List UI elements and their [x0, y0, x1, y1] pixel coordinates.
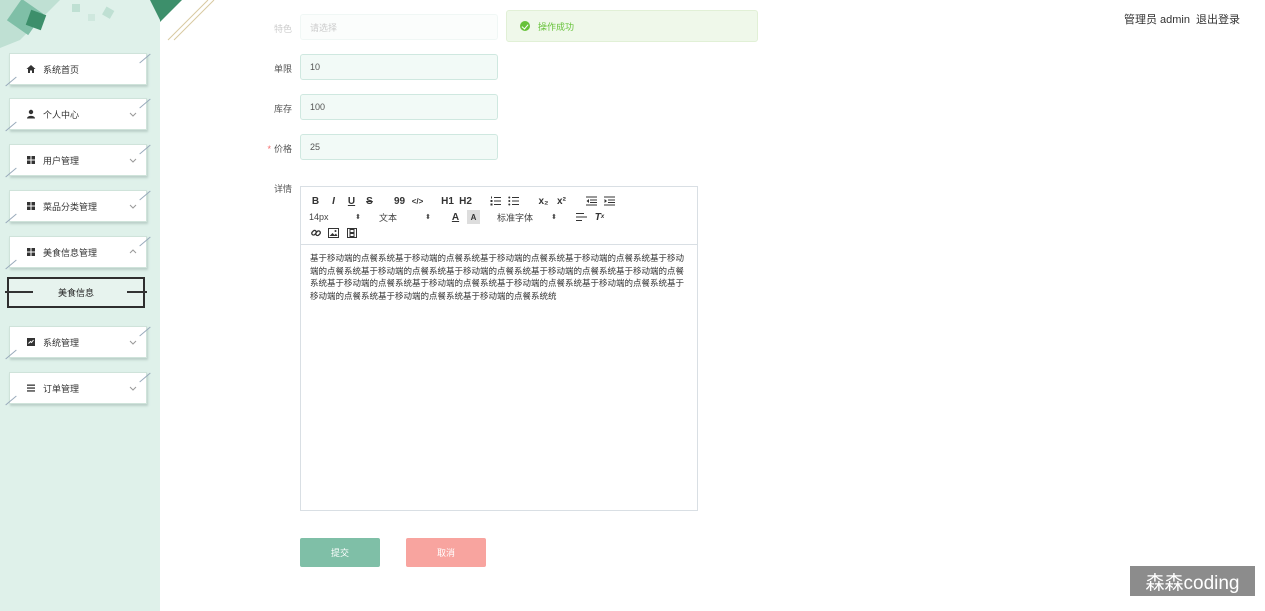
ordered-list-icon[interactable] — [489, 194, 502, 208]
stock-label: 库存 — [273, 104, 292, 114]
unit-input[interactable]: 10 — [300, 54, 498, 80]
success-toast: 操作成功 — [506, 10, 758, 42]
font-family-select[interactable]: 标准字体 ⬍ — [497, 211, 557, 224]
sidebar-item-label: 系统首页 — [43, 64, 80, 75]
bold-button[interactable]: B — [309, 194, 322, 208]
video-icon[interactable] — [345, 226, 358, 240]
submenu-decoration — [127, 291, 147, 293]
chevron-down-icon — [129, 386, 137, 391]
strike-button[interactable]: S — [363, 194, 376, 208]
sidebar-item-label: 美食信息管理 — [43, 247, 98, 258]
rich-text-editor: B I U S 99 </> H1 H2 x₂ x² 14px ⬍ 文本 ⬍ A… — [300, 186, 698, 511]
underline-button[interactable]: U — [345, 194, 358, 208]
sidebar-item-label: 订单管理 — [43, 383, 80, 394]
list-icon — [25, 382, 37, 394]
superscript-button[interactable]: x² — [555, 194, 568, 208]
select-arrows-icon: ⬍ — [425, 214, 431, 221]
sidebar-item-label: 系统管理 — [43, 337, 80, 348]
detail-label: 详情 — [273, 184, 292, 194]
grid-icon — [25, 246, 37, 258]
app-root: 系统首页 个人中心 用户管理 菜品分类管理 美食信息管理 美食信息 系统管理 订… — [0, 0, 1265, 611]
submit-button[interactable]: 提交 — [300, 538, 380, 567]
submenu-decoration — [5, 291, 33, 293]
home-icon — [25, 63, 37, 75]
outdent-icon[interactable] — [585, 194, 598, 208]
align-icon[interactable] — [575, 210, 588, 224]
sidebar-item-label: 菜品分类管理 — [43, 201, 98, 212]
price-input[interactable]: 25 — [300, 134, 498, 160]
sidebar-subitem-label: 美食信息 — [57, 288, 94, 298]
blockquote-button[interactable]: 99 — [393, 194, 406, 208]
user-icon — [25, 108, 37, 120]
grid-icon — [25, 154, 37, 166]
image-icon[interactable] — [327, 226, 340, 240]
font-size-select[interactable]: 14px ⬍ — [309, 212, 361, 222]
subscript-button[interactable]: x₂ — [537, 194, 550, 208]
editor-content[interactable]: 基于移动端的点餐系统基于移动端的点餐系统基于移动端的点餐系统基于移动端的点餐系统… — [301, 245, 697, 309]
sidebar: 系统首页 个人中心 用户管理 菜品分类管理 美食信息管理 美食信息 系统管理 订… — [0, 0, 160, 611]
sidebar-subitem-food-info[interactable]: 美食信息 — [5, 277, 147, 308]
price-value: 25 — [310, 142, 321, 152]
header-user-area: 管理员 admin 退出登录 — [1124, 11, 1240, 27]
chevron-down-icon — [129, 340, 137, 345]
feature-label: 特色 — [273, 24, 292, 34]
chevron-down-icon — [129, 158, 137, 163]
sidebar-item-personal-center[interactable]: 个人中心 — [9, 98, 147, 130]
cancel-button[interactable]: 取消 — [406, 538, 486, 567]
toast-message: 操作成功 — [538, 21, 575, 32]
code-button[interactable]: </> — [411, 194, 424, 208]
stock-input[interactable]: 100 — [300, 94, 498, 120]
grid-icon — [25, 200, 37, 212]
corner-decoration — [160, 0, 215, 41]
sidebar-item-label: 个人中心 — [43, 109, 80, 120]
price-label: * 价格 — [267, 144, 292, 154]
sidebar-item-orders[interactable]: 订单管理 — [9, 372, 147, 404]
logo-decoration — [0, 0, 160, 48]
indent-icon[interactable] — [603, 194, 616, 208]
link-icon[interactable] — [309, 226, 322, 240]
unit-label: 单限 — [273, 64, 292, 74]
check-circle-icon — [520, 21, 530, 31]
font-color-icon[interactable]: A — [449, 210, 462, 224]
h1-button[interactable]: H1 — [441, 194, 454, 208]
select-arrows-icon: ⬍ — [551, 214, 557, 221]
unordered-list-icon[interactable] — [507, 194, 520, 208]
sidebar-item-system[interactable]: 系统管理 — [9, 326, 147, 358]
chevron-up-icon — [129, 249, 137, 254]
feature-placeholder: 请选择 — [310, 22, 338, 33]
background-color-icon[interactable]: A — [467, 210, 480, 224]
chart-icon — [25, 336, 37, 348]
unit-value: 10 — [310, 62, 321, 72]
chevron-down-icon — [129, 204, 137, 209]
sidebar-item-food-info[interactable]: 美食信息管理 — [9, 236, 147, 268]
stock-value: 100 — [310, 102, 326, 112]
watermark: 森森coding — [1130, 566, 1255, 596]
sidebar-item-dish-category[interactable]: 菜品分类管理 — [9, 190, 147, 222]
sidebar-item-home[interactable]: 系统首页 — [9, 53, 147, 85]
paragraph-select[interactable]: 文本 ⬍ — [379, 211, 431, 224]
editor-toolbar: B I U S 99 </> H1 H2 x₂ x² 14px ⬍ 文本 ⬍ A… — [301, 187, 697, 245]
sidebar-item-label: 用户管理 — [43, 155, 80, 166]
select-arrows-icon: ⬍ — [355, 214, 361, 221]
required-mark: * — [267, 144, 271, 154]
feature-select[interactable]: 请选择 — [300, 14, 498, 40]
h2-button[interactable]: H2 — [459, 194, 472, 208]
italic-button[interactable]: I — [327, 194, 340, 208]
clear-format-icon[interactable]: Tx — [593, 210, 606, 224]
user-name: 管理员 admin — [1123, 14, 1190, 26]
sidebar-item-users[interactable]: 用户管理 — [9, 144, 147, 176]
chevron-down-icon — [129, 112, 137, 117]
logout-link[interactable]: 退出登录 — [1196, 11, 1240, 27]
